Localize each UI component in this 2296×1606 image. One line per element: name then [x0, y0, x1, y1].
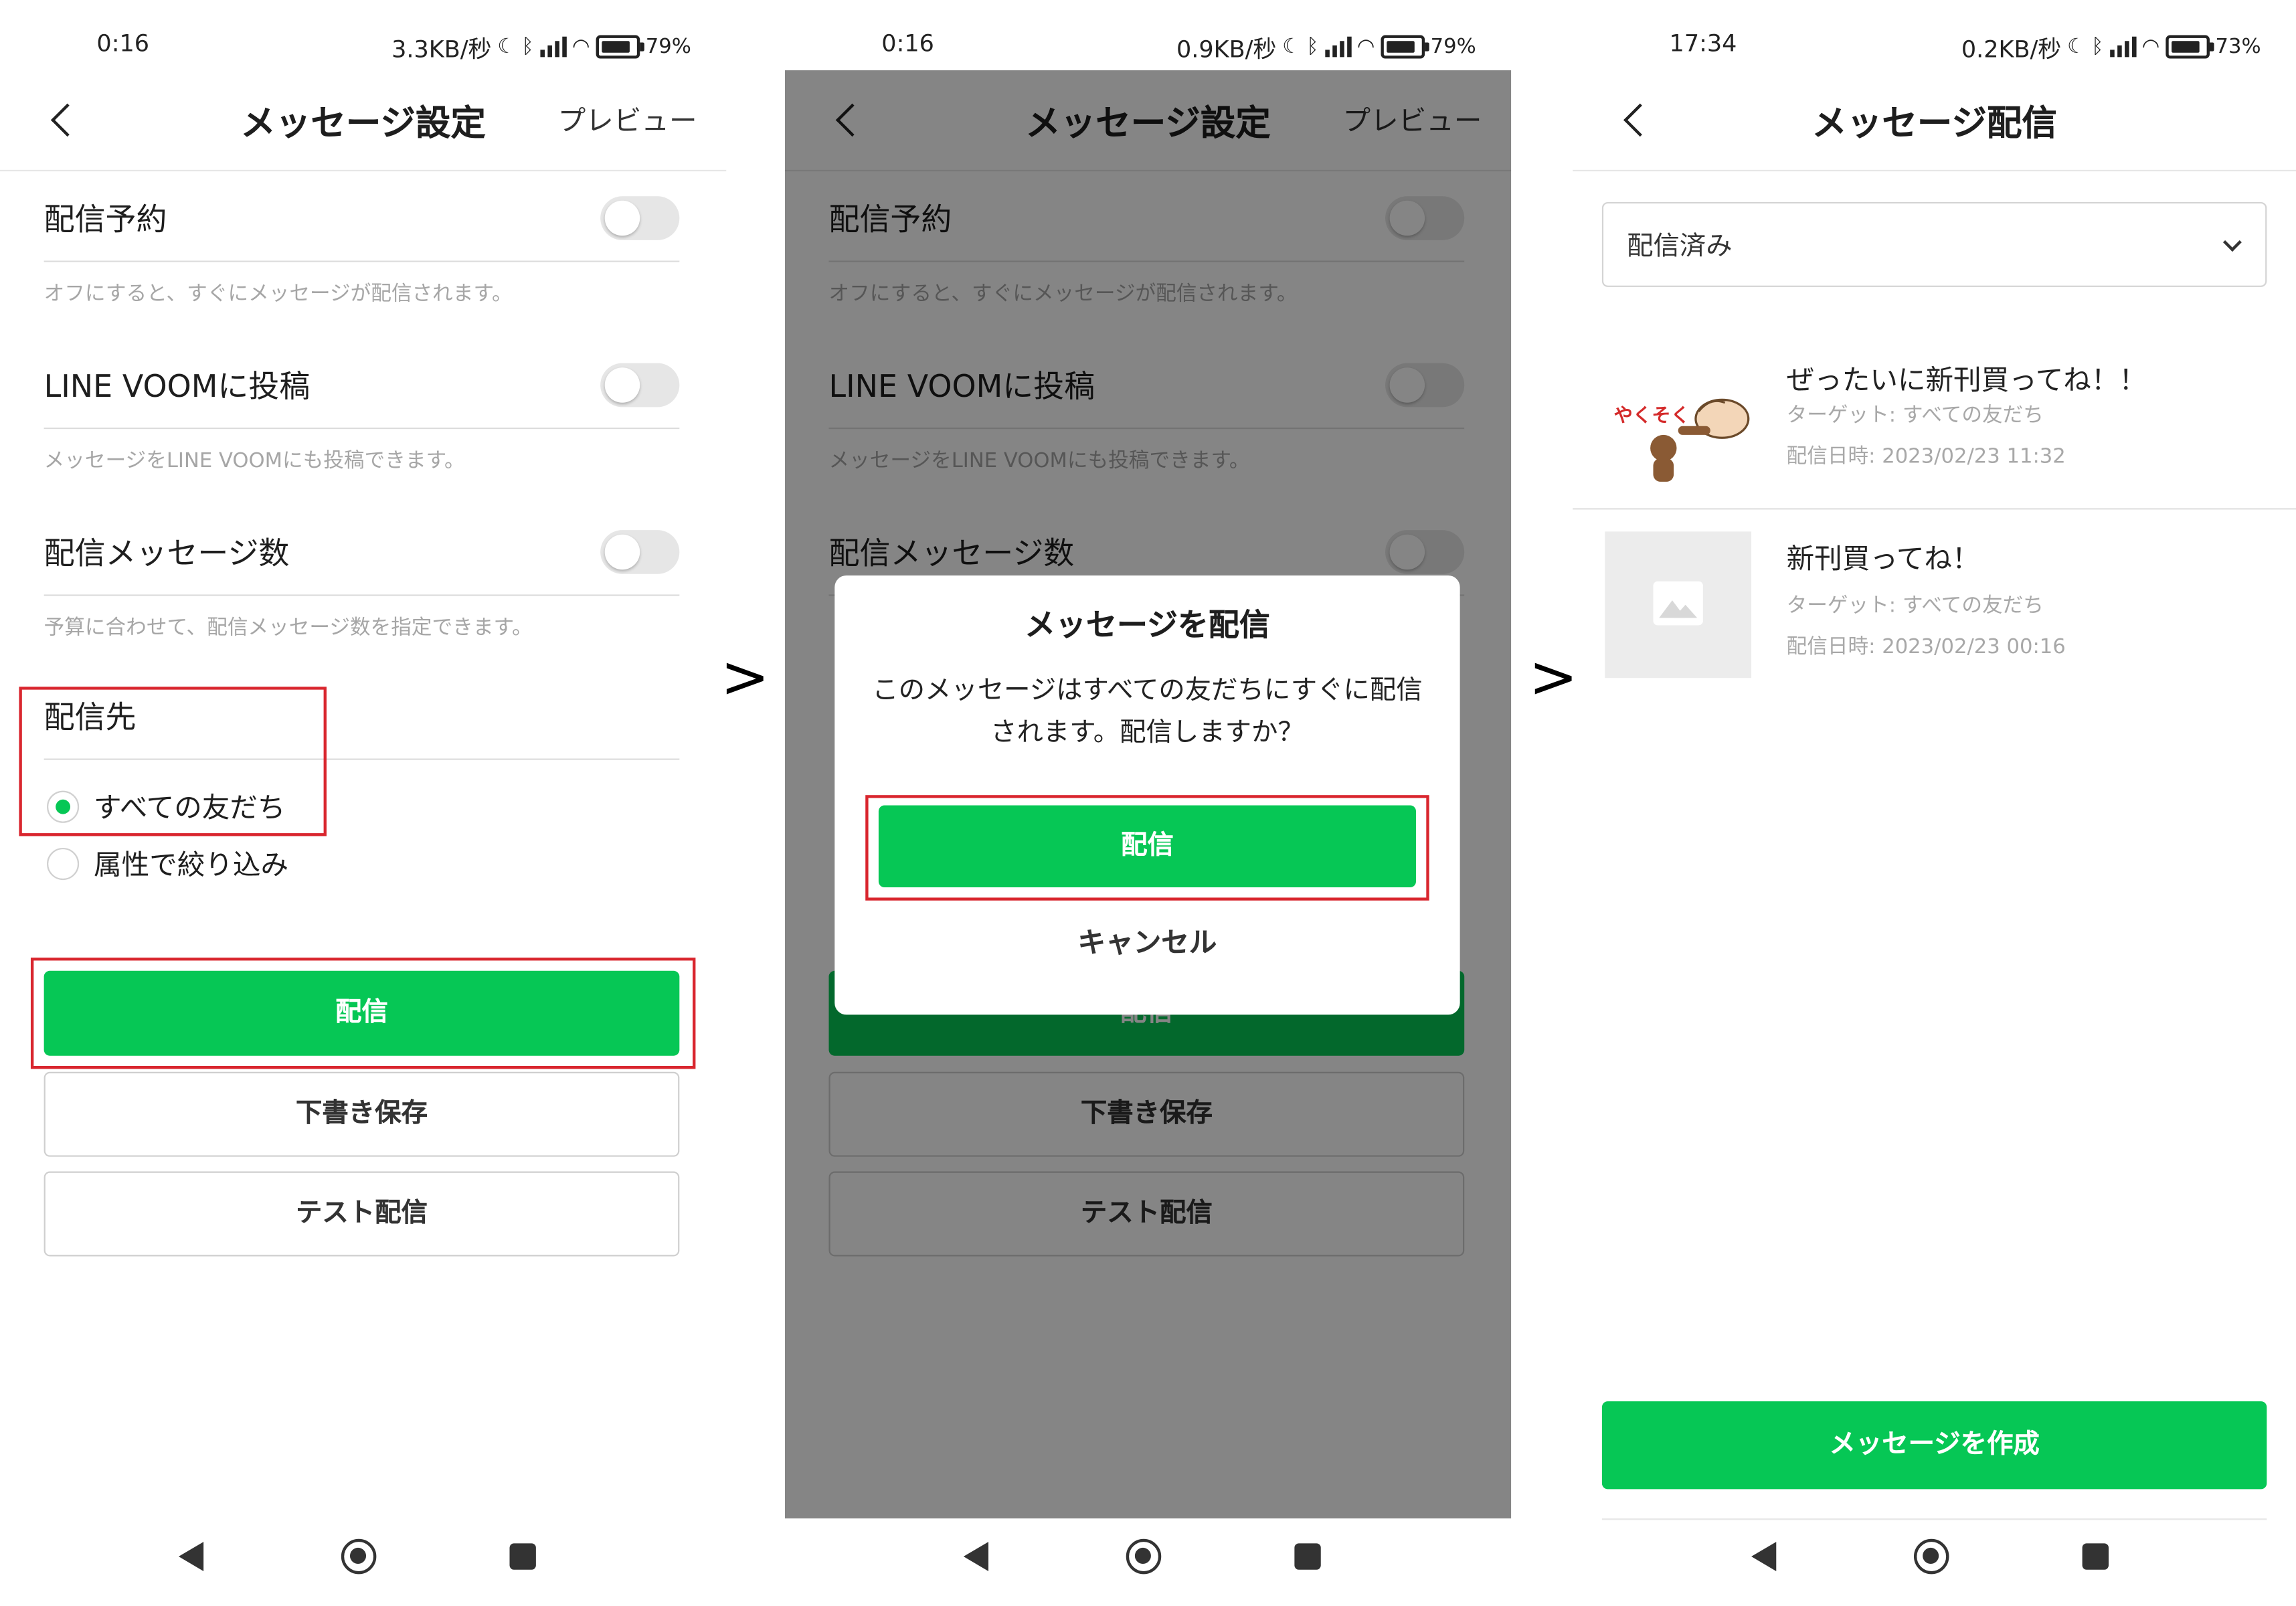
signal-icon	[1324, 36, 1351, 58]
setting-hint: 予算に合わせて、配信メッセージ数を指定できます。	[43, 616, 533, 640]
wifi-icon: ◠	[1356, 35, 1375, 59]
moon-icon: ☾	[497, 35, 516, 59]
message-title: ぜったいに新刊買ってね！！	[1786, 364, 2147, 397]
status-bar: 17:34 0.2KB/秒 ☾ ᛒ ◠ 73%	[1573, 26, 2296, 64]
header: メッセージ設定 プレビュー	[0, 70, 727, 172]
system-nav-bar	[785, 1527, 1511, 1586]
header: メッセージ配信	[1573, 70, 2296, 172]
moon-icon: ☾	[1282, 35, 1301, 59]
select-value: 配信済み	[1627, 231, 1733, 262]
status-time: 17:34	[1669, 29, 1737, 58]
status-bar: 0:16 0.9KB/秒 ☾ ᛒ ◠ 79%	[785, 26, 1511, 64]
highlight-box	[30, 958, 696, 1069]
message-list-screen: 17:34 0.2KB/秒 ☾ ᛒ ◠ 73% メッセージ配信 配信済み やくそ…	[1573, 0, 2296, 1606]
sys-home-icon[interactable]	[341, 1538, 377, 1575]
radio-filter-attributes[interactable]: 属性で絞り込み	[47, 843, 288, 883]
step-arrow: >	[720, 644, 770, 712]
network-speed: 0.2KB/秒	[1961, 35, 2062, 64]
setting-label: 配信予約	[43, 201, 167, 238]
confirm-dialog: メッセージを配信 このメッセージはすべての友だちにすぐに配信されます。配信します…	[834, 575, 1460, 1015]
bluetooth-icon: ᛒ	[1306, 35, 1319, 59]
bluetooth-icon: ᛒ	[2091, 35, 2104, 59]
sticker-text: やくそく	[1613, 404, 1690, 426]
battery-icon	[2166, 35, 2214, 59]
highlight-box	[19, 687, 327, 836]
signal-icon	[2109, 36, 2136, 58]
create-message-button[interactable]: メッセージを作成	[1601, 1401, 2267, 1490]
system-nav-bar	[0, 1527, 726, 1586]
preview-link[interactable]: プレビュー	[558, 100, 697, 139]
highlight-box	[865, 795, 1429, 901]
status-time: 0:16	[96, 29, 150, 58]
confirm-send-screen: 0:16 0.9KB/秒 ☾ ᛒ ◠ 79% メッセージ設定 プレビュー 配信予…	[784, 0, 1512, 1606]
battery-percent: 73%	[2215, 35, 2261, 59]
message-date: 配信日時: 2023/02/23 00:16	[1786, 635, 2066, 659]
battery-percent: 79%	[645, 35, 691, 59]
thumbnail-placeholder	[1605, 531, 1752, 679]
message-title: 新刊買ってね！	[1786, 543, 1980, 575]
sys-back-icon[interactable]	[1751, 1542, 1777, 1571]
wifi-icon: ◠	[2141, 35, 2160, 59]
radio-label: 属性で絞り込み	[94, 849, 289, 882]
page-title: メッセージ配信	[1812, 102, 2057, 144]
dialog-cancel-button[interactable]: キャンセル	[834, 921, 1460, 960]
signal-icon	[539, 36, 567, 58]
list-item[interactable]: やくそく ぜったいに新刊買ってね！！ ターゲット: すべての友だち 配信日時: …	[1573, 329, 2296, 510]
test-send-button[interactable]: テスト配信	[43, 1171, 680, 1257]
setting-row-count: 配信メッセージ数	[43, 519, 680, 596]
wifi-icon: ◠	[571, 35, 590, 59]
battery-percent: 79%	[1430, 35, 1476, 59]
battery-icon	[1381, 35, 1429, 59]
sticker-thumbnail: やくそく	[1605, 353, 1751, 499]
status-filter-select[interactable]: 配信済み	[1601, 201, 2267, 287]
system-nav-bar	[1573, 1527, 2296, 1586]
count-toggle[interactable]	[600, 530, 680, 574]
setting-hint: オフにすると、すぐにメッセージが配信されます。	[43, 282, 513, 306]
list-item[interactable]: 新刊買ってね！ ターゲット: すべての友だち 配信日時: 2023/02/23 …	[1573, 508, 2296, 687]
network-speed: 0.9KB/秒	[1176, 35, 1277, 64]
radio-unselected[interactable]	[47, 846, 80, 880]
sys-recent-icon[interactable]	[2082, 1543, 2109, 1570]
setting-row-voom: LINE VOOMに投稿	[43, 351, 680, 430]
setting-row-schedule: 配信予約	[43, 185, 680, 262]
battery-icon	[596, 35, 644, 59]
setting-label: LINE VOOMに投稿	[43, 369, 311, 404]
status-time: 0:16	[881, 29, 934, 58]
sys-home-icon[interactable]	[1126, 1538, 1162, 1575]
image-placeholder-icon	[1653, 581, 1703, 626]
step-arrow: >	[1528, 644, 1578, 712]
schedule-toggle[interactable]	[600, 196, 680, 240]
status-bar: 0:16 3.3KB/秒 ☾ ᛒ ◠ 79%	[0, 26, 726, 64]
sys-home-icon[interactable]	[1913, 1538, 1949, 1575]
message-settings-screen: 0:16 3.3KB/秒 ☾ ᛒ ◠ 79% メッセージ設定 プレビュー 配信予…	[0, 0, 727, 1606]
moon-icon: ☾	[2067, 35, 2086, 59]
sys-back-icon[interactable]	[963, 1542, 989, 1571]
dialog-title: メッセージを配信	[1025, 608, 1270, 643]
chevron-down-icon	[2222, 233, 2242, 252]
message-target: ターゲット: すべての友だち	[1786, 404, 2044, 428]
message-date: 配信日時: 2023/02/23 11:32	[1786, 445, 2066, 469]
bluetooth-icon: ᛒ	[521, 35, 534, 59]
dialog-message: このメッセージはすべての友だちにすぐに配信されます。配信しますか？	[872, 675, 1423, 749]
network-speed: 3.3KB/秒	[391, 35, 492, 64]
setting-hint: メッセージをLINE VOOMにも投稿できます。	[43, 449, 465, 473]
voom-toggle[interactable]	[600, 363, 680, 408]
setting-label: 配信メッセージ数	[43, 535, 290, 571]
sys-recent-icon[interactable]	[1294, 1543, 1321, 1570]
divider	[1601, 1518, 2267, 1520]
message-target: ターゲット: すべての友だち	[1786, 594, 2044, 618]
tutorial-composite: 0:16 3.3KB/秒 ☾ ᛒ ◠ 79% メッセージ設定 プレビュー 配信予…	[0, 0, 2296, 1606]
sys-recent-icon[interactable]	[509, 1543, 536, 1570]
sys-back-icon[interactable]	[178, 1542, 204, 1571]
save-draft-button[interactable]: 下書き保存	[43, 1071, 680, 1157]
